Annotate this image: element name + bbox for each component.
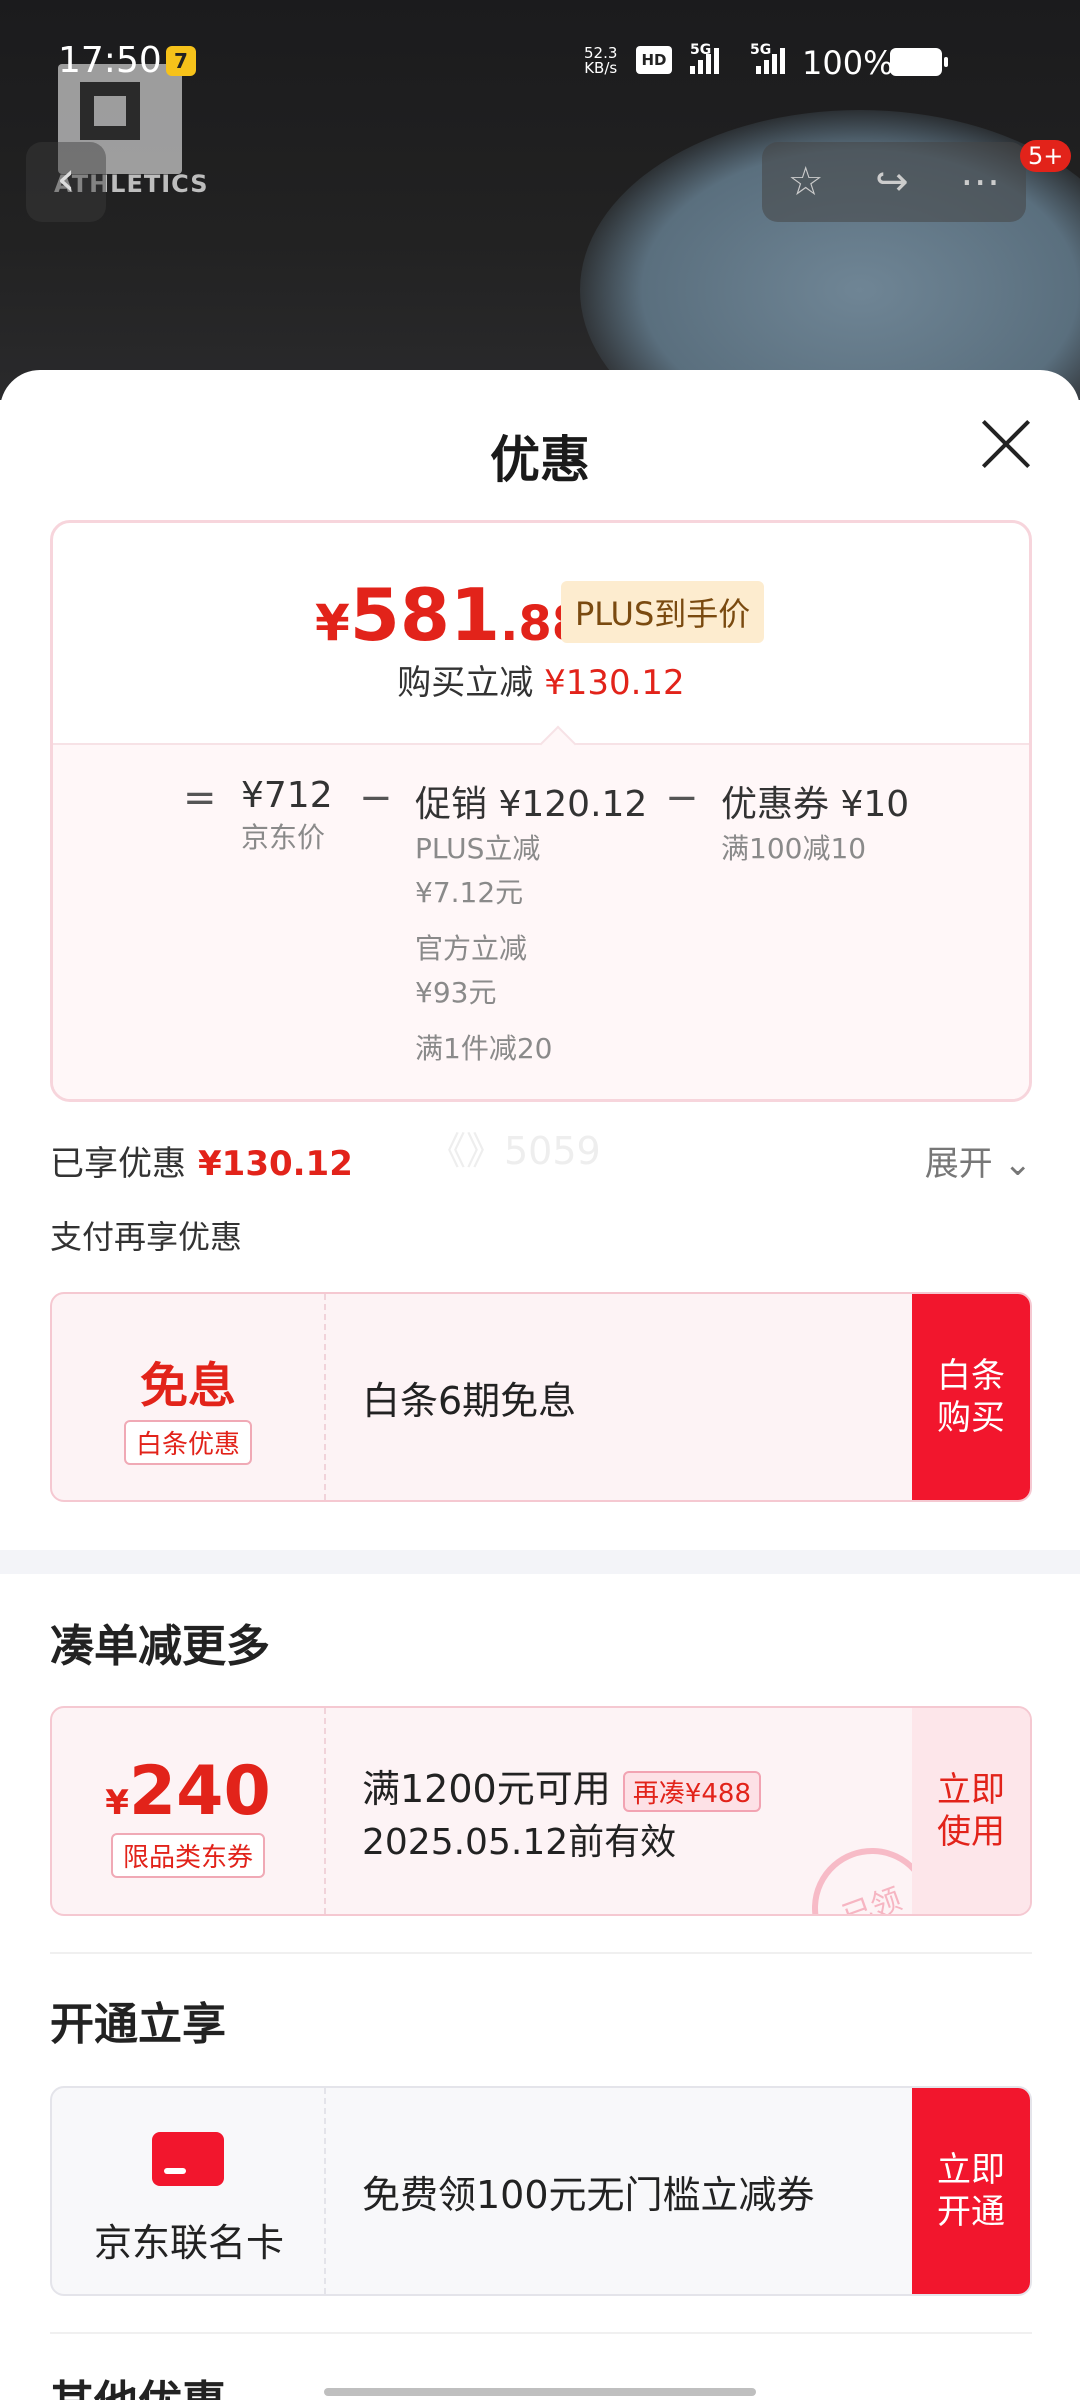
top-actions: ☆ ↪ ⋯ [762,142,1026,222]
saved-discount: 已享优惠 ¥130.12 [50,1136,353,1185]
signal-icon-1 [690,44,719,74]
hd-icon: HD [636,46,672,74]
star-icon[interactable]: ☆ [788,159,824,205]
plus-price-tag: PLUS到手价 [561,581,765,643]
coupon-label: 优惠券 [721,784,830,825]
promo-item: ¥7.12元 [415,876,524,909]
coupon-value: ¥10 [840,784,910,825]
open-now-button[interactable]: 立即 开通 [912,2088,1030,2294]
open-section-title: 开通立享 [50,1999,226,2050]
combine-coupon-amount: 240 [128,1752,271,1831]
promo-value: ¥120.12 [498,784,648,825]
baitiao-offer-left: 免息 白条优惠 [52,1294,326,1500]
combine-condition: 满1200元可用 [362,1766,611,1811]
price-breakdown: = ¥712 京东价 − 促销 ¥120.12 PLUS立减 ¥7.12元 官方… [53,725,1029,1099]
minus-sign-2: − [665,775,699,821]
cobrand-card-desc: 免费领100元无门槛立减券 [362,2172,815,2217]
jd-price-label: 京东价 [241,821,326,854]
coupon-note: 满100减10 [721,832,867,865]
saved-discount-label: 已享优惠 [50,1144,186,1184]
sheet-title: 优惠 [490,431,590,489]
price-card: ¥581.88 PLUS到手价 购买立减 ¥130.12 = ¥712 京东价 … [50,520,1032,1102]
promo-item: ¥93元 [415,976,497,1009]
combine-section-title: 凑单减更多 [50,1621,270,1672]
section-divider [0,1550,1080,1574]
baitiao-desc: 白条6期免息 [362,1378,577,1423]
expand-button[interactable]: 展开 ⌄ [925,1136,1032,1185]
final-price-integer: 581 [349,573,501,657]
cobrand-card-left: 京东联名卡 [52,2088,326,2294]
close-button[interactable] [978,416,1034,472]
price-summary: ¥581.88 PLUS到手价 购买立减 ¥130.12 [53,523,1029,743]
network-speed: 52.3 KB/s [584,46,617,76]
combine-coupon-yen: ¥ [105,1783,129,1823]
baitiao-tag: 白条优惠 [123,1420,252,1465]
watermark-text: 《》5059 [428,1129,601,1173]
promo-block: 促销 ¥120.12 PLUS立减 ¥7.12元 官方立减 ¥93元 满1件减2… [415,775,647,1071]
credit-card-icon [152,2132,224,2186]
coupon-block: 优惠券 ¥10 满100减10 [721,775,909,871]
jd-price-block: ¥712 京东价 [241,775,333,860]
battery-icon [890,48,948,76]
other-section-title: 其他优惠 [50,2366,226,2400]
network-speed-unit: KB/s [584,59,618,77]
pay-more-title: 支付再享优惠 [50,1218,243,1256]
equals-sign: = [183,775,217,821]
instant-discount-value: ¥130.12 [544,663,685,703]
signal-icon-2 [756,44,785,74]
final-price: ¥581.88 [315,573,585,657]
baitiao-offer: 免息 白条优惠 白条6期免息 白条 购买 [50,1292,1032,1502]
combine-coupon: ¥240 限品类东券 满1200元可用 再凑¥488 2025.05.12前有效… [50,1706,1032,1916]
combine-extra-tag: 再凑¥488 [622,1770,761,1812]
expand-label: 展开 [924,1144,993,1184]
cobrand-card-name: 京东联名卡 [93,2221,284,2265]
promo-item: 官方立减 [415,932,528,965]
use-now-button[interactable]: 立即 使用 [912,1708,1030,1914]
combine-coupon-left: ¥240 限品类东券 [52,1708,326,1914]
battery-percent: 100% [802,44,894,82]
share-icon[interactable]: ↪ [875,159,909,205]
minus-sign-1: − [359,775,393,821]
chevron-left-icon: ‹ [56,151,76,207]
back-button[interactable]: ‹ [26,142,106,222]
app-notification-icon: 7 [166,46,196,76]
jd-price-value: ¥712 [241,775,333,816]
status-time: 17:50 [58,40,162,81]
promo-label: 促销 [415,784,488,825]
separator-line [50,2332,1032,2334]
message-badge: 5+ [1020,140,1072,172]
instant-discount: 购买立减 ¥130.12 [53,655,1029,704]
combine-coupon-tag: 限品类东券 [110,1833,265,1878]
status-bar: 17:50 7 52.3 KB/s HD 5G 5G 100% [0,0,1080,120]
instant-discount-label: 购买立减 [397,663,534,703]
final-price-yen: ¥ [315,594,350,652]
baitiao-title: 免息 [139,1358,236,1414]
saved-discount-value: ¥130.12 [198,1144,353,1184]
promo-item: 满1件减20 [415,1032,553,1065]
promo-item: PLUS立减 [415,832,541,865]
chevron-down-icon: ⌄ [1003,1144,1033,1184]
cobrand-card-offer: 京东联名卡 免费领100元无门槛立减券 立即 开通 [50,2086,1032,2296]
separator-line [50,1952,1032,1954]
baitiao-buy-button[interactable]: 白条 购买 [912,1294,1030,1500]
combine-coupon-info: 满1200元可用 再凑¥488 2025.05.12前有效 [362,1708,761,1914]
more-icon[interactable]: ⋯ [960,159,1000,205]
discount-sheet: 优惠 ¥581.88 PLUS到手价 购买立减 ¥130.12 = ¥712 京… [0,370,1080,2400]
home-indicator[interactable] [324,2388,756,2396]
combine-expiry: 2025.05.12前有效 [362,1821,677,1863]
